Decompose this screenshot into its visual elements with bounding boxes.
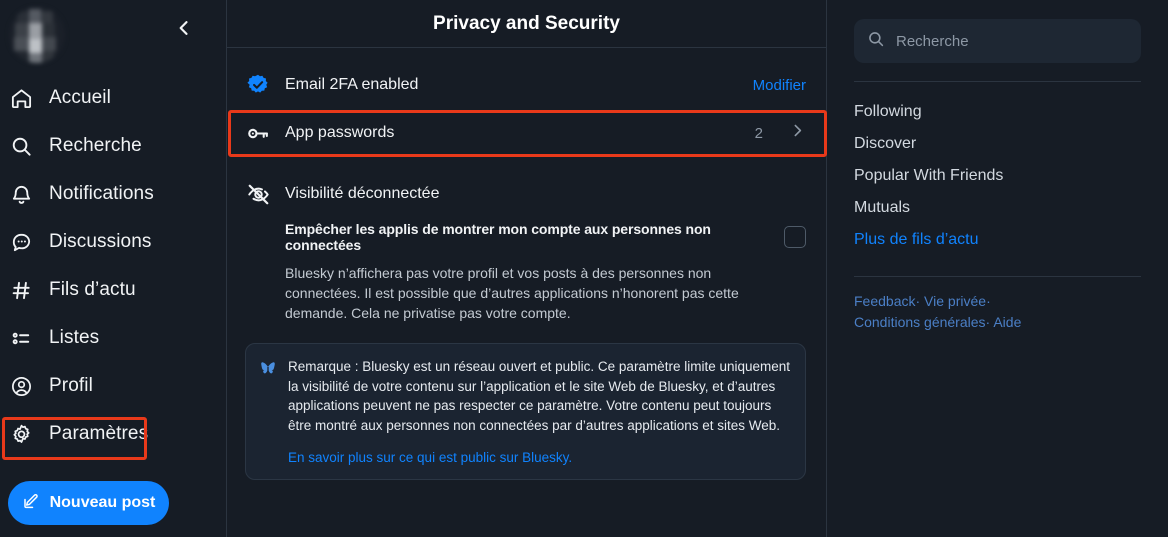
sidebar-item-label: Listes <box>49 327 100 348</box>
sidebar-item-label: Fils d’actu <box>49 279 136 300</box>
footer-link-feedback[interactable]: Feedback <box>854 293 915 309</box>
footer-links: Feedback· Vie privée· Conditions général… <box>854 291 1141 333</box>
page-header: Privacy and Security <box>227 0 826 48</box>
list-icon <box>8 325 34 351</box>
avatar[interactable] <box>9 7 65 63</box>
chevron-left-icon <box>174 18 194 43</box>
search-input[interactable]: Recherche <box>854 19 1141 63</box>
avatar-row <box>0 0 226 70</box>
main-content: Privacy and Security Email 2FA enabled M… <box>227 0 827 537</box>
feed-item-mutuals[interactable]: Mutuals <box>854 192 1141 224</box>
chevron-right-icon <box>789 122 806 144</box>
left-sidebar: Accueil Recherche Notifications Discussi… <box>0 0 227 537</box>
email-2fa-row[interactable]: Email 2FA enabled Modifier <box>227 61 826 109</box>
email-2fa-label: Email 2FA enabled <box>285 76 419 93</box>
sidebar-item-listes[interactable]: Listes <box>0 314 226 362</box>
footer-separator: · <box>986 293 991 309</box>
sidebar-nav: Accueil Recherche Notifications Discussi… <box>0 74 226 458</box>
visibility-header: Visibilité déconnectée <box>245 181 806 207</box>
app-passwords-row[interactable]: App passwords 2 <box>227 109 826 157</box>
collapse-sidebar-button[interactable] <box>170 16 198 44</box>
logged-out-visibility-section: Visibilité déconnectée Empêcher les appl… <box>227 181 826 323</box>
visibility-checkbox[interactable] <box>784 226 806 248</box>
eye-off-icon <box>245 181 271 207</box>
divider <box>854 81 1141 82</box>
divider <box>854 276 1141 277</box>
footer-link-aide[interactable]: Aide <box>993 314 1021 330</box>
right-sidebar: Recherche Following Discover Popular Wit… <box>827 0 1168 537</box>
home-icon <box>8 85 34 111</box>
search-placeholder: Recherche <box>896 32 969 50</box>
new-post-button[interactable]: Nouveau post <box>8 481 169 525</box>
visibility-toggle-label: Empêcher les applis de montrer mon compt… <box>285 221 711 253</box>
sidebar-item-label: Discussions <box>49 231 152 252</box>
chat-bubble-icon <box>8 229 34 255</box>
public-network-note: Remarque : Bluesky est un réseau ouvert … <box>245 343 806 480</box>
bluesky-butterfly-icon <box>259 360 277 378</box>
feed-item-discover[interactable]: Discover <box>854 128 1141 160</box>
sidebar-item-parametres[interactable]: Paramètres <box>0 410 226 458</box>
visibility-description: Bluesky n’affichera pas votre profil et … <box>285 265 739 321</box>
bell-icon <box>8 181 34 207</box>
email-2fa-edit-link[interactable]: Modifier <box>753 77 806 94</box>
page-title: Privacy and Security <box>433 12 620 34</box>
search-icon <box>8 133 34 159</box>
sidebar-item-label: Notifications <box>49 183 154 204</box>
feed-list: Following Discover Popular With Friends … <box>854 96 1141 256</box>
person-circle-icon <box>8 373 34 399</box>
app-passwords-count: 2 <box>754 124 763 142</box>
new-post-label: Nouveau post <box>49 494 156 511</box>
gear-icon <box>8 421 34 447</box>
sidebar-item-label: Accueil <box>49 87 111 108</box>
sidebar-item-fils-dactu[interactable]: Fils d’actu <box>0 266 226 314</box>
compose-pencil-icon <box>22 492 40 515</box>
app-passwords-label: App passwords <box>285 124 395 141</box>
footer-link-vie-privee[interactable]: Vie privée <box>924 293 986 309</box>
sidebar-item-discussions[interactable]: Discussions <box>0 218 226 266</box>
sidebar-item-label: Profil <box>49 375 93 396</box>
learn-more-link[interactable]: En savoir plus sur ce qui est public sur… <box>288 450 791 465</box>
footer-link-conditions-generales[interactable]: Conditions générales <box>854 314 986 330</box>
feed-item-popular-with-friends[interactable]: Popular With Friends <box>854 160 1141 192</box>
sidebar-item-notifications[interactable]: Notifications <box>0 170 226 218</box>
footer-separator: · <box>915 293 921 309</box>
verified-badge-icon <box>245 72 271 98</box>
hash-icon <box>8 277 34 303</box>
feed-item-following[interactable]: Following <box>854 96 1141 128</box>
sidebar-item-accueil[interactable]: Accueil <box>0 74 226 122</box>
sidebar-item-profil[interactable]: Profil <box>0 362 226 410</box>
sidebar-item-label: Paramètres <box>49 423 149 444</box>
bluesky-settings-screen: Accueil Recherche Notifications Discussi… <box>0 0 1168 537</box>
visibility-toggle-row[interactable]: Empêcher les applis de montrer mon compt… <box>285 221 806 253</box>
search-icon <box>867 30 885 53</box>
key-icon <box>245 120 271 146</box>
feed-item-more-feeds[interactable]: Plus de fils d’actu <box>854 224 1141 256</box>
visibility-title: Visibilité déconnectée <box>285 185 440 202</box>
sidebar-item-label: Recherche <box>49 135 142 156</box>
note-text: Remarque : Bluesky est un réseau ouvert … <box>288 359 791 433</box>
sidebar-item-recherche[interactable]: Recherche <box>0 122 226 170</box>
footer-separator: · <box>985 314 991 330</box>
